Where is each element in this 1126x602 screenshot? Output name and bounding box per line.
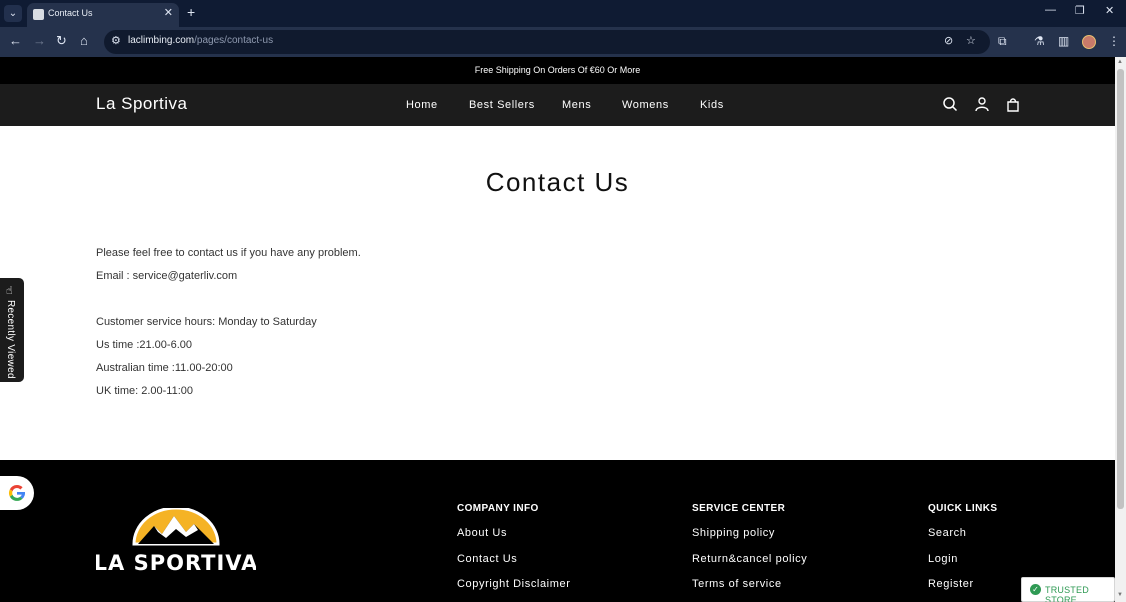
footer-login[interactable]: Login — [928, 553, 958, 565]
footer-copyright[interactable]: Copyright Disclaimer — [457, 578, 570, 590]
uk-time: UK time: 2.00-11:00 — [96, 385, 194, 397]
account-icon[interactable] — [974, 96, 990, 112]
nav-womens[interactable]: Womens — [622, 99, 669, 111]
cart-icon[interactable] — [1005, 96, 1021, 112]
footer-logo[interactable]: LA SPORTIVA — [94, 506, 257, 579]
footer-contact-us[interactable]: Contact Us — [457, 553, 517, 565]
quick-links-heading: QUICK LINKS — [928, 503, 998, 514]
labs-icon[interactable]: ⚗ — [1034, 34, 1045, 48]
google-reviews-badge[interactable] — [0, 476, 34, 510]
nav-best-sellers[interactable]: Best Sellers — [469, 99, 535, 111]
footer-search[interactable]: Search — [928, 527, 966, 539]
close-window-icon[interactable]: ✕ — [1105, 4, 1114, 17]
eye-off-icon[interactable]: ⊘ — [944, 34, 953, 47]
home-icon[interactable]: ⌂ — [80, 33, 88, 48]
site-footer: LA SPORTIVA COMPANY INFO About Us Contac… — [0, 460, 1115, 602]
browser-tab[interactable]: Contact Us ✕ — [27, 3, 179, 27]
contact-email: Email : service@gaterliv.com — [96, 270, 238, 282]
url-path: /pages/contact-us — [194, 35, 274, 46]
footer-return-policy[interactable]: Return&cancel policy — [692, 553, 807, 565]
back-icon[interactable]: ← — [9, 33, 22, 48]
minimize-icon[interactable]: — — [1045, 4, 1056, 16]
company-info-heading: COMPANY INFO — [457, 503, 539, 514]
service-center-heading: SERVICE CENTER — [692, 503, 786, 514]
bookmark-star-icon[interactable]: ☆ — [966, 34, 976, 47]
footer-logo-text: LA SPORTIVA — [96, 551, 256, 574]
service-hours: Customer service hours: Monday to Saturd… — [96, 316, 317, 328]
site-logo[interactable]: La Sportiva — [96, 94, 188, 114]
address-bar[interactable]: ⚙ laclimbing.com/pages/contact-us ⊘ ☆ — [104, 30, 990, 54]
tab-search-icon[interactable]: ⌄ — [4, 5, 22, 22]
page-title: Contact Us — [485, 167, 630, 197]
menu-dots-icon[interactable]: ⋮ — [1108, 34, 1120, 48]
forward-icon[interactable]: → — [33, 33, 46, 48]
scroll-up-icon[interactable]: ▲ — [1117, 59, 1123, 65]
trusted-store-badge[interactable]: ✓ TRUSTED STORE — [1021, 577, 1115, 602]
site-header: La Sportiva Home Best Sellers Mens Women… — [0, 84, 1115, 126]
us-time: Us time :21.00-6.00 — [96, 339, 192, 351]
page-scrollbar[interactable]: ▲ ▼ — [1115, 57, 1126, 602]
reload-icon[interactable]: ↻ — [56, 33, 67, 49]
extensions-icon[interactable]: ⧉ — [998, 34, 1007, 49]
nav-home[interactable]: Home — [406, 99, 438, 111]
announcement-bar: Free Shipping On Orders Of €60 Or More — [0, 57, 1115, 84]
footer-about-us[interactable]: About Us — [457, 527, 507, 539]
footer-register[interactable]: Register — [928, 578, 974, 590]
hand-icon: ☝ — [6, 285, 13, 297]
check-icon: ✓ — [1030, 584, 1041, 595]
close-tab-icon[interactable]: ✕ — [164, 6, 173, 19]
side-panel-icon[interactable]: ▥ — [1058, 34, 1069, 48]
nav-kids[interactable]: Kids — [700, 99, 724, 111]
site-info-icon[interactable]: ⚙ — [111, 34, 121, 47]
google-icon — [8, 485, 26, 501]
browser-tab-bar: ⌄ Contact Us ✕ + — ❐ ✕ — [0, 0, 1126, 27]
scrollbar-thumb[interactable] — [1117, 69, 1124, 509]
tab-title: Contact Us — [48, 8, 93, 18]
nav-mens[interactable]: Mens — [562, 99, 591, 111]
footer-shipping-policy[interactable]: Shipping policy — [692, 527, 775, 539]
recently-viewed-label: Recently Viewed — [5, 300, 16, 379]
scroll-down-icon[interactable]: ▼ — [1117, 592, 1123, 598]
la-sportiva-logo-icon: LA SPORTIVA — [94, 506, 257, 575]
recently-viewed-tab[interactable]: ☝ Recently Viewed — [0, 278, 24, 382]
url-text[interactable]: laclimbing.com/pages/contact-us — [128, 35, 273, 46]
page-viewport: Free Shipping On Orders Of €60 Or More L… — [0, 57, 1115, 602]
browser-toolbar: ← → ↻ ⌂ ⚙ laclimbing.com/pages/contact-u… — [0, 27, 1126, 57]
restore-icon[interactable]: ❐ — [1075, 4, 1085, 17]
favicon-icon — [33, 9, 44, 20]
footer-terms[interactable]: Terms of service — [692, 578, 782, 590]
new-tab-icon[interactable]: + — [187, 4, 195, 20]
search-icon[interactable] — [942, 96, 958, 112]
australian-time: Australian time :11.00-20:00 — [96, 362, 233, 374]
contact-intro: Please feel free to contact us if you ha… — [96, 247, 361, 259]
trusted-store-label: TRUSTED STORE — [1045, 585, 1089, 602]
profile-avatar[interactable] — [1082, 35, 1096, 49]
url-host: laclimbing.com — [128, 35, 195, 46]
